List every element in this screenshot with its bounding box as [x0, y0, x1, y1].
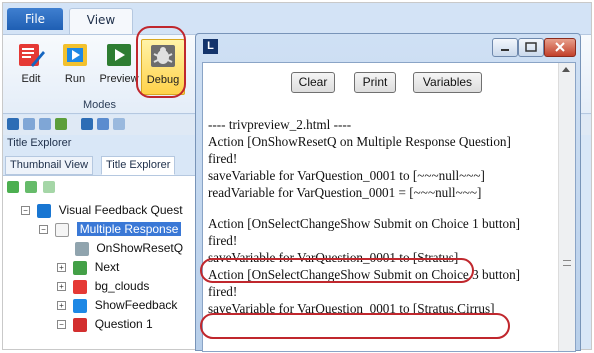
expand-icon[interactable]: + — [57, 282, 66, 292]
tab-title-explorer[interactable]: Title Explorer — [101, 156, 176, 175]
debug-log-panel: Clear Print Variables ---- trivpreview_2… — [202, 62, 576, 352]
title-tree: − Visual Feedback Quest − Multiple Respo… — [3, 199, 203, 349]
tree-item[interactable]: OnShowResetQ — [75, 239, 183, 257]
maximize-button[interactable] — [518, 38, 544, 57]
run-label: Run — [64, 73, 86, 85]
tab-view[interactable]: View — [69, 8, 133, 35]
window-title-bar: L — [196, 34, 580, 62]
minimize-icon — [501, 49, 509, 51]
collapse-icon[interactable]: − — [39, 225, 48, 235]
collapse-icon[interactable]: − — [21, 206, 30, 216]
tree-item[interactable]: − Multiple Response — [39, 220, 182, 238]
log-line: Action [OnShowResetQ on Multiple Respons… — [208, 134, 511, 149]
log-line: Action [OnSelectChangeShow Submit on Cho… — [208, 216, 521, 231]
tree-item[interactable]: − Question 1 — [57, 315, 153, 333]
tree-item[interactable]: + Next — [57, 258, 119, 276]
undo-icon[interactable] — [23, 118, 35, 130]
log-line: fired! — [208, 284, 238, 299]
log-line: saveVariable for VarQuestion_0001 to [~~… — [208, 168, 485, 183]
tab-file[interactable]: File — [7, 8, 63, 30]
scroll-grip-icon[interactable] — [563, 260, 571, 266]
image-icon — [73, 279, 88, 294]
tree-item[interactable]: + bg_clouds — [57, 277, 149, 295]
run-button[interactable]: Run — [53, 39, 97, 95]
scroll-up-icon[interactable] — [562, 67, 570, 72]
add-object-icon[interactable] — [25, 181, 37, 193]
expand-icon[interactable]: + — [57, 301, 66, 311]
window-icon[interactable] — [113, 118, 125, 130]
container-icon — [73, 298, 88, 313]
redo-icon[interactable] — [39, 118, 51, 130]
question-icon — [73, 317, 88, 332]
page-icon — [55, 222, 70, 237]
preview-button[interactable]: Preview — [97, 39, 141, 95]
pane-tabs: Thumbnail View Title Explorer — [3, 153, 203, 175]
preview-label: Preview — [99, 73, 139, 85]
tree-item[interactable]: + ShowFeedback — [57, 296, 177, 314]
app-logo-icon: L — [203, 39, 218, 54]
page-icon[interactable] — [97, 118, 109, 130]
print-button[interactable]: Print — [354, 72, 396, 93]
button-icon — [73, 260, 88, 275]
debug-highlight-ring — [136, 26, 186, 98]
log-highlight-ring-2 — [200, 313, 510, 339]
add-page-icon[interactable] — [7, 181, 19, 193]
ribbon-tab-bar: File View — [3, 3, 591, 35]
minimize-button[interactable] — [492, 38, 518, 57]
run-icon — [63, 44, 87, 66]
log-highlight-ring-1 — [200, 258, 474, 283]
expand-icon[interactable]: + — [57, 263, 66, 273]
clear-button[interactable]: Clear — [291, 72, 335, 93]
add-chapter-icon[interactable] — [43, 181, 55, 193]
preview-icon — [107, 44, 131, 66]
close-button[interactable] — [544, 38, 576, 57]
log-line: readVariable for VarQuestion_0001 = [~~~… — [208, 185, 482, 200]
debug-log-text: ---- trivpreview_2.html ---- Action [OnS… — [208, 116, 548, 317]
save-icon[interactable] — [7, 118, 19, 130]
log-blank-line — [208, 201, 548, 215]
variables-button[interactable]: Variables — [413, 72, 482, 93]
collapse-icon[interactable]: − — [57, 320, 66, 330]
close-icon — [555, 42, 565, 52]
edit-button[interactable]: Edit — [9, 39, 53, 95]
log-line: fired! — [208, 233, 238, 248]
pane-header: Title Explorer — [3, 135, 203, 151]
maximize-icon — [525, 42, 537, 52]
tree-item[interactable]: − Visual Feedback Quest — [21, 201, 183, 219]
title-icon — [37, 203, 52, 218]
vertical-scrollbar[interactable] — [558, 63, 575, 351]
log-line: fired! — [208, 151, 238, 166]
edit-icon — [19, 44, 45, 67]
layout-icon[interactable] — [81, 118, 93, 130]
tab-thumbnail-view[interactable]: Thumbnail View — [5, 156, 94, 175]
log-line: ---- trivpreview_2.html ---- — [208, 117, 352, 132]
modes-group-label: Modes — [83, 99, 117, 111]
tree-toolbar — [3, 175, 203, 199]
action-icon — [75, 241, 89, 256]
refresh-icon[interactable] — [55, 118, 67, 130]
edit-label: Edit — [21, 73, 41, 85]
debug-log-window: L Clear Print Variables ---- trivpreview… — [195, 33, 581, 352]
